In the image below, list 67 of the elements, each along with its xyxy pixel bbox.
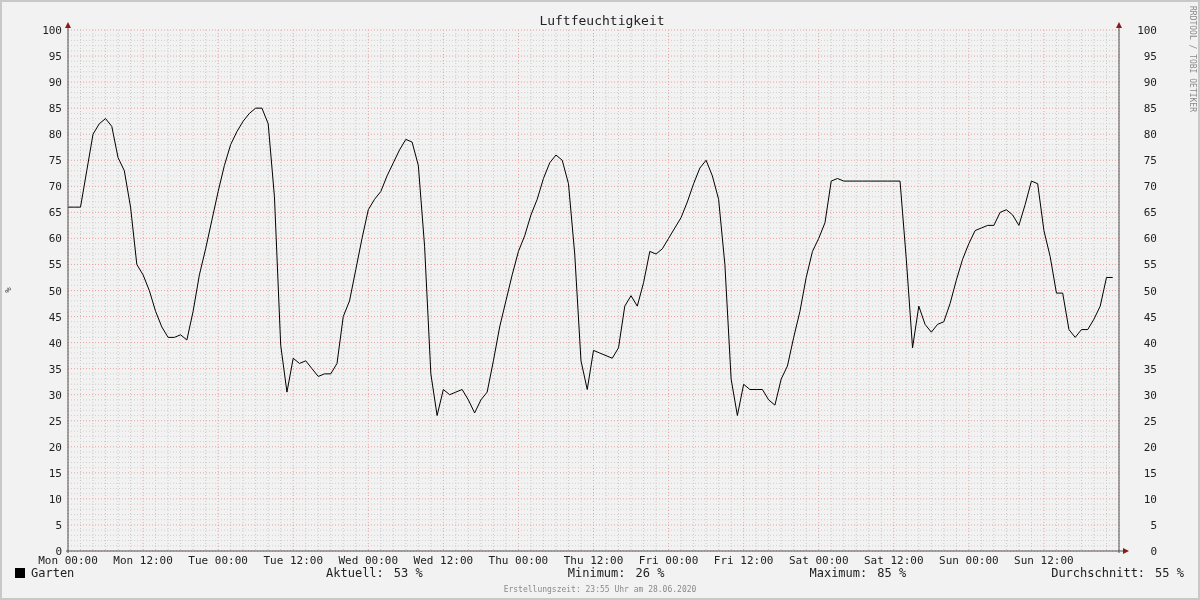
y-tick-label: 75	[1143, 154, 1157, 168]
stat-value: 26 %	[635, 565, 665, 582]
watermark-text: RRDTOOL / TOBI OETIKER	[1188, 6, 1197, 112]
y-tick-label: 15	[1143, 466, 1157, 480]
stat-value: 55 %	[1155, 565, 1184, 582]
stat-label: Minimum:	[567, 565, 626, 582]
y-tick-label: 20	[48, 440, 62, 454]
y-tick-label: 100	[1137, 24, 1157, 37]
stat-value: 53 %	[393, 565, 423, 582]
y-tick-label: 75	[48, 154, 62, 168]
y-tick-label: 0	[1150, 545, 1157, 558]
legend-label: Garten	[31, 565, 76, 582]
y-tick-label: 85	[48, 102, 62, 116]
x-tick-label: Wed 12:00	[413, 554, 474, 564]
y-tick-label: 90	[48, 76, 62, 90]
y-tick-label: 50	[48, 284, 62, 298]
y-tick-label: 25	[48, 414, 62, 428]
y-tick-label: 90	[1143, 76, 1157, 90]
y-tick-label: 80	[48, 128, 62, 142]
x-tick-label: Fri 12:00	[713, 554, 774, 564]
stat-label: Aktuell:	[326, 565, 384, 582]
y-tick-label: 10	[1143, 492, 1157, 506]
y-tick-label: 60	[1143, 232, 1157, 246]
x-tick-label: Fri 00:00	[638, 554, 699, 564]
x-tick-label: Thu 00:00	[488, 554, 549, 564]
x-tick-label: Thu 12:00	[563, 554, 624, 564]
x-tick-label: Sat 12:00	[864, 554, 924, 564]
y-tick-label: 65	[48, 206, 62, 220]
x-tick-label: Wed 00:00	[338, 554, 399, 564]
x-tick-label: Sat 00:00	[788, 554, 849, 564]
y-tick-label: 45	[1143, 310, 1157, 324]
y-tick-label: 45	[48, 310, 62, 324]
stat-label: Durchschnitt:	[1051, 565, 1146, 582]
y-tick-label: 15	[48, 466, 62, 480]
y-tick-label: 35	[1143, 362, 1157, 376]
y-tick-label: 65	[1143, 206, 1157, 220]
y-tick-label: 35	[48, 362, 62, 376]
y-tick-label: 30	[48, 388, 62, 402]
y-tick-label: 50	[1143, 284, 1157, 298]
stat-label: Maximum:	[809, 565, 868, 582]
x-tick-label: Sun 00:00	[939, 554, 999, 564]
y-tick-label: 40	[48, 336, 62, 350]
x-tick-label: Tue 12:00	[263, 554, 323, 564]
y-tick-label: 80	[1143, 128, 1157, 142]
y-tick-label: 5	[55, 518, 62, 532]
y-tick-label: 100	[42, 24, 62, 37]
y-tick-label: 55	[48, 258, 62, 272]
y-tick-label: 70	[1143, 180, 1157, 194]
y-tick-label: 30	[1143, 388, 1157, 402]
y-tick-label: 20	[1143, 440, 1157, 454]
y-tick-label: 55	[1143, 258, 1157, 272]
chart-title: Luftfeuchtigkeit	[539, 13, 665, 28]
x-tick-label: Sun 12:00	[1014, 554, 1074, 564]
y-tick-label: 95	[48, 50, 62, 64]
y-tick-label: 70	[48, 180, 62, 194]
y-tick-label: 60	[48, 232, 62, 246]
y-tick-label: 40	[1143, 336, 1157, 350]
x-tick-label: Tue 00:00	[188, 554, 248, 564]
stat-value: 85 %	[877, 565, 907, 582]
y-tick-label: 5	[1150, 518, 1157, 532]
axis-unit: %	[3, 287, 13, 293]
y-tick-label: 95	[1143, 50, 1157, 64]
y-tick-label: 85	[1143, 102, 1157, 116]
footer-text: Erstellungszeit: 23:55 Uhr am 28.06.2020	[502, 584, 698, 596]
x-tick-label: Mon 12:00	[113, 554, 173, 564]
y-tick-label: 25	[1143, 414, 1157, 428]
y-tick-label: 10	[48, 492, 62, 506]
